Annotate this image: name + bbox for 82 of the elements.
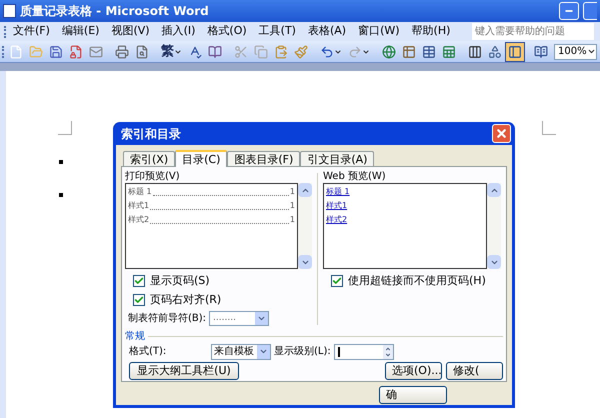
caret-icon: [174, 48, 182, 56]
format-label: 格式(T):: [129, 344, 168, 360]
check-icon: [134, 294, 144, 305]
maximize-button[interactable]: [583, 2, 597, 20]
side-panel-icon: [508, 44, 522, 58]
checkbox[interactable]: 使用超链接而不使用页码(H): [331, 273, 503, 290]
printer-icon: [115, 44, 129, 58]
margin-corner-icon: [58, 121, 72, 135]
preview-line: 标题 1 1: [128, 186, 295, 198]
page-lock-icon: [69, 44, 83, 58]
tab-leader-dropdown[interactable]: ........: [209, 311, 270, 326]
levels-spinner[interactable]: [334, 344, 394, 360]
preview-line: 样式1 1: [128, 200, 295, 212]
menu-item[interactable]: 格式(O): [204, 23, 250, 40]
zoom-dropdown[interactable]: 100%: [554, 44, 597, 60]
text-cursor-icon: [338, 346, 340, 357]
bullet-icon: [59, 160, 63, 164]
format-dropdown[interactable]: 来自模板: [211, 344, 271, 360]
outline-toolbar-button[interactable]: 显示大纲工具栏(U): [129, 362, 239, 380]
preview-link[interactable]: 标题 1: [326, 186, 350, 198]
close-button[interactable]: [492, 124, 511, 143]
check-icon: [332, 276, 342, 286]
web-preview-label: Web 预览(W): [323, 170, 387, 183]
checkbox[interactable]: 页码右对齐(R): [133, 292, 312, 308]
scrollbar[interactable]: [487, 183, 501, 269]
table-icon: [422, 44, 436, 58]
document-map-button[interactable]: [505, 42, 525, 62]
menu-item[interactable]: 工具(T): [256, 23, 299, 40]
tab-leader-label: 制表符前导符(B):: [128, 312, 206, 326]
window-title: 质量记录表格 - Microsoft Word: [20, 3, 210, 20]
document-icon: [3, 4, 16, 18]
scrollbar[interactable]: [298, 183, 312, 269]
preview-line: 样式2 1: [128, 214, 295, 226]
copy-icon: [254, 44, 268, 58]
section-heading: 常规: [125, 330, 145, 344]
globe-icon: [382, 44, 396, 58]
tab[interactable]: 图表目录(F): [227, 151, 300, 166]
options-button[interactable]: 选项(O)...: [385, 362, 442, 380]
menu-item[interactable]: 表格(A): [304, 23, 350, 40]
redo-icon: [348, 44, 362, 58]
traditional-chinese-button[interactable]: 繁: [158, 42, 185, 62]
menu-item[interactable]: 视图(V): [108, 23, 153, 40]
page-magnifier-icon: [135, 44, 149, 58]
folder-icon: [29, 44, 43, 58]
columns-icon: [468, 44, 482, 58]
spin-up-icon: [384, 346, 391, 352]
tab[interactable]: 目录(C): [175, 150, 228, 167]
menu-item[interactable]: 编辑(E): [58, 23, 102, 40]
spin-down-icon: [384, 352, 391, 358]
menu-item[interactable]: 窗口(W): [355, 23, 403, 40]
shapes-icon: [488, 44, 502, 58]
check-icon: [134, 276, 144, 286]
undo-icon: [320, 44, 334, 58]
modify-button[interactable]: 修改(: [446, 362, 503, 380]
spreadsheet-icon: [442, 44, 456, 58]
dialog-title: 索引和目录: [121, 126, 181, 142]
levels-label: 显示级别(L):: [274, 345, 331, 360]
close-icon: [495, 127, 508, 140]
help-search-field[interactable]: 键入需要帮助的问题: [472, 23, 594, 40]
print-preview-label: 打印预览(V): [125, 170, 181, 183]
preview-link[interactable]: 样式1: [326, 200, 348, 212]
bullet-icon: [59, 193, 63, 197]
scissors-icon: [234, 44, 248, 58]
checkbox[interactable]: 显示页码(S): [133, 273, 312, 290]
caret-icon: [362, 48, 370, 56]
book-icon: [208, 44, 222, 58]
ok-button[interactable]: 确: [379, 386, 447, 404]
preview-link[interactable]: 样式2: [326, 214, 348, 226]
margin-corner-icon: [542, 121, 556, 135]
caret-icon: [334, 48, 342, 56]
spell-check-icon: [188, 44, 202, 58]
tab[interactable]: 索引(X): [123, 151, 176, 166]
menu-item[interactable]: 插入(I): [158, 23, 198, 40]
menu-item[interactable]: 帮助(H): [408, 23, 454, 40]
open-book-icon: [534, 44, 548, 58]
minimize-button[interactable]: [559, 2, 579, 20]
tab[interactable]: 引文目录(A): [300, 151, 374, 166]
envelope-icon: [89, 44, 103, 58]
page-icon: [9, 44, 23, 58]
clipboard-icon: [274, 44, 288, 58]
menu-item[interactable]: 文件(F): [10, 23, 53, 40]
paintbrush-icon: [294, 44, 308, 58]
